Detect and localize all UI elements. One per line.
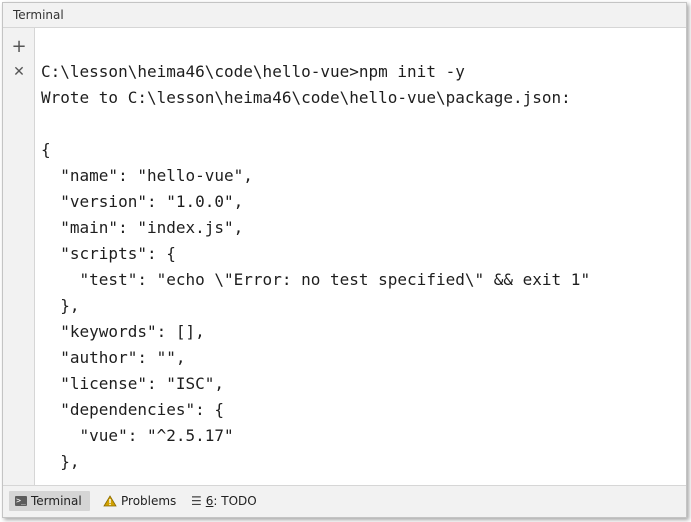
terminal-line: "license": "ISC", — [41, 374, 225, 393]
terminal-line: C:\lesson\heima46\code\hello-vue>npm ini… — [41, 62, 465, 81]
terminal-line: "vue": "^2.5.17" — [41, 426, 234, 445]
terminal-line: "version": "1.0.0", — [41, 192, 244, 211]
terminal-icon: >_ — [15, 496, 27, 506]
tab-problems[interactable]: Problems — [99, 491, 180, 511]
tab-todo[interactable]: ☰ 6: TODO — [187, 491, 261, 511]
terminal-line: "author": "", — [41, 348, 186, 367]
terminal-line: }, — [41, 452, 80, 471]
tab-terminal[interactable]: >_ Terminal — [9, 491, 90, 511]
terminal-window: Terminal + ✕ C:\lesson\heima46\code\hell… — [2, 2, 687, 518]
tab-todo-label: 6: TODO — [206, 494, 257, 508]
terminal-line: "test": "echo \"Error: no test specified… — [41, 270, 591, 289]
terminal-gutter: + ✕ — [3, 28, 35, 485]
warning-icon — [103, 495, 117, 507]
tab-terminal-label: Terminal — [31, 494, 82, 508]
tab-todo-text: : TODO — [213, 494, 257, 508]
terminal-output[interactable]: C:\lesson\heima46\code\hello-vue>npm ini… — [41, 59, 676, 475]
new-session-button[interactable]: + — [10, 35, 28, 57]
terminal-line: "keywords": [], — [41, 322, 205, 341]
terminal-line: "name": "hello-vue", — [41, 166, 253, 185]
title-bar: Terminal — [3, 3, 686, 28]
plus-icon: + — [11, 35, 27, 57]
terminal-line: "scripts": { — [41, 244, 176, 263]
terminal-line: { — [41, 140, 51, 159]
terminal-line: Wrote to C:\lesson\heima46\code\hello-vu… — [41, 88, 571, 107]
terminal-line: "main": "index.js", — [41, 218, 244, 237]
close-session-button[interactable]: ✕ — [10, 63, 28, 81]
tool-window-bar: >_ Terminal Problems ☰ 6: TODO — [3, 485, 686, 517]
window-title: Terminal — [13, 8, 64, 22]
terminal-line: }, — [41, 296, 80, 315]
tab-problems-label: Problems — [121, 494, 177, 508]
list-icon: ☰ — [191, 494, 202, 508]
close-icon: ✕ — [13, 64, 25, 80]
terminal-line: "dependencies": { — [41, 400, 225, 419]
